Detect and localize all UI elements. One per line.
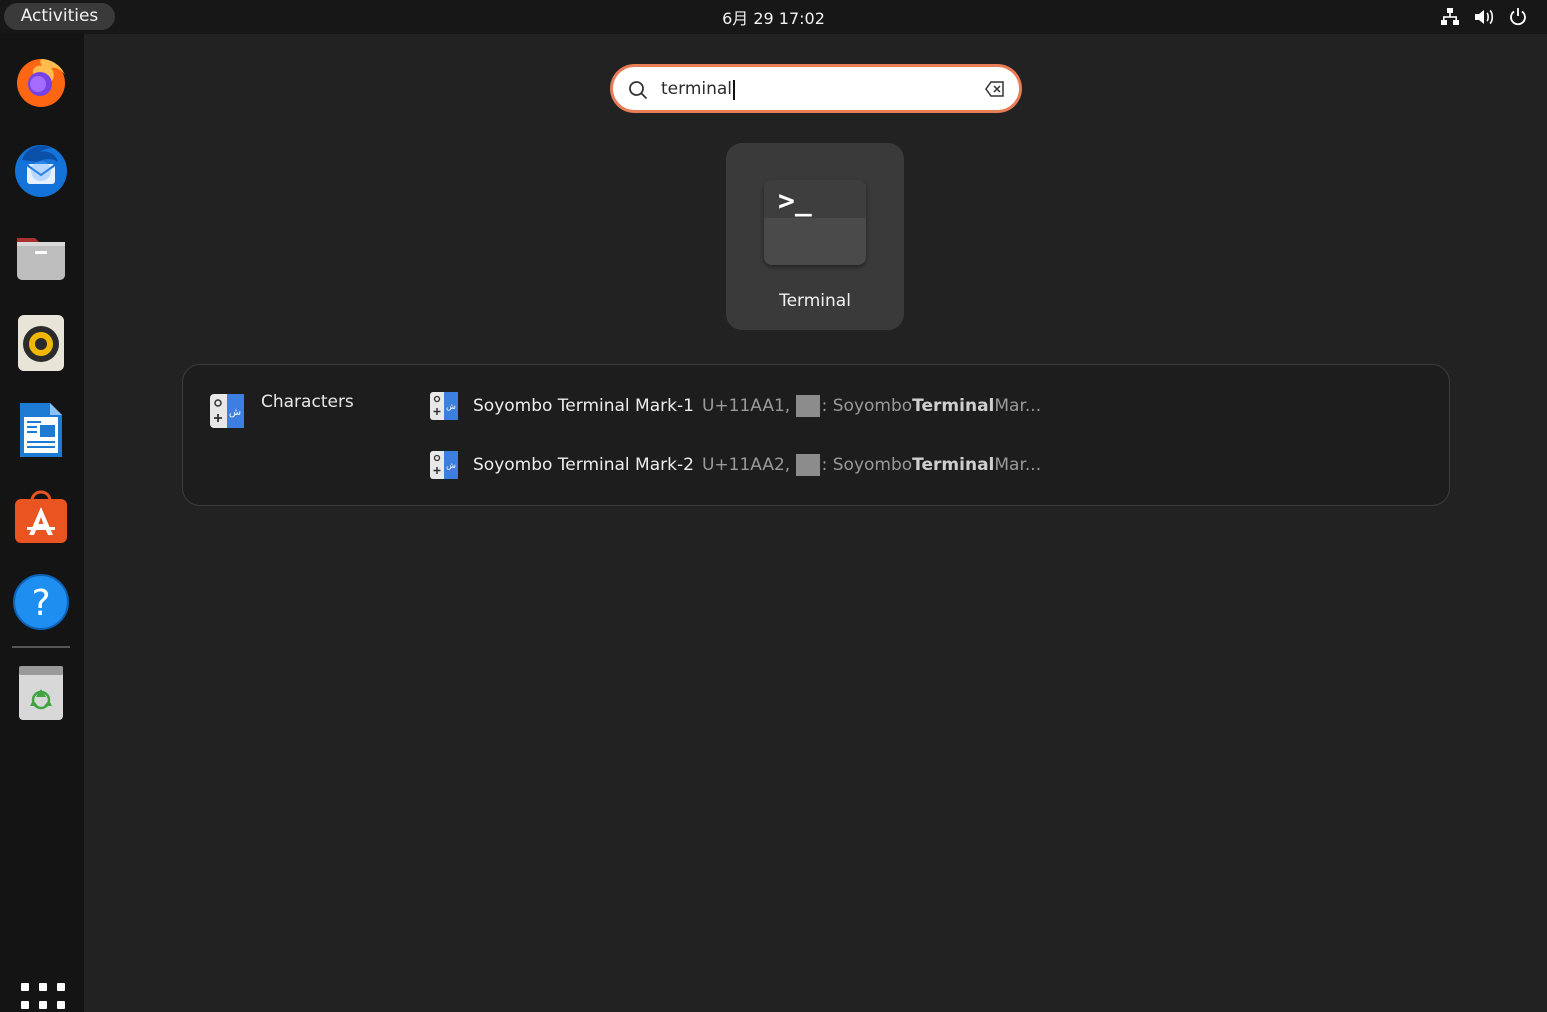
description-suffix: Mar... [994, 396, 1042, 416]
description-match: Terminal [912, 455, 995, 475]
clock: 6月 29 17:02 [0, 0, 1547, 34]
result-name: Soyombo Terminal Mark-2 [473, 455, 694, 475]
libreoffice-writer-icon[interactable] [10, 399, 72, 461]
activities-button[interactable]: Activities [4, 3, 115, 30]
characters-app-icon[interactable]: ش [209, 393, 245, 429]
search-bar[interactable] [611, 65, 1021, 112]
trash-icon[interactable] [10, 661, 72, 723]
network-icon[interactable] [1439, 6, 1461, 28]
top-bar: Activities 6月 29 17:02 [0, 0, 1547, 34]
volume-icon[interactable] [1473, 6, 1495, 28]
result-description: U+11AA2, : Soyombo Terminal Mar... [702, 454, 1041, 476]
unicode-code: U+11AA1, [701, 396, 791, 416]
provider-name: Characters [261, 392, 354, 412]
app-result-label: Terminal [779, 291, 851, 311]
system-tray[interactable] [1439, 6, 1529, 28]
search-input[interactable] [661, 75, 961, 103]
dock-separator [12, 646, 70, 648]
result-name: Soyombo Terminal Mark-1 [473, 396, 694, 416]
description-prefix: : Soyombo [821, 396, 913, 416]
help-icon[interactable]: ? [10, 571, 72, 633]
character-glyph [795, 454, 820, 476]
files-icon[interactable] [10, 225, 72, 287]
character-glyph [795, 395, 820, 417]
terminal-icon: >_ [764, 180, 866, 265]
power-icon[interactable] [1507, 6, 1529, 28]
svg-text:ش: ش [229, 407, 241, 418]
svg-text:ش: ش [446, 461, 456, 470]
result-description: U+11AA1, : Soyombo Terminal Mar... [702, 395, 1041, 417]
clear-search-icon[interactable] [985, 81, 1005, 97]
list-item[interactable]: ش Soyombo Terminal Mark-2 U+11AA2, : Soy… [429, 447, 1041, 483]
svg-text:ش: ش [446, 402, 456, 411]
characters-result-icon: ش [430, 392, 458, 420]
dock: ? [0, 34, 84, 1012]
search-icon [629, 81, 648, 100]
characters-result-icon: ش [430, 451, 458, 479]
list-item[interactable]: ش Soyombo Terminal Mark-1 U+11AA1, : Soy… [429, 388, 1041, 424]
unicode-code: U+11AA2, [701, 455, 791, 475]
thunderbird-icon[interactable] [10, 138, 72, 200]
search-provider-characters: ش Characters ش Soyombo Terminal Mark-1 U… [182, 364, 1450, 506]
app-grid-icon[interactable] [18, 980, 65, 1012]
clock-label[interactable]: 6月 29 17:02 [722, 9, 825, 28]
text-caret [733, 80, 735, 100]
svg-text:?: ? [31, 583, 50, 624]
firefox-icon[interactable] [10, 50, 72, 112]
ubuntu-software-icon[interactable] [10, 485, 72, 547]
description-suffix: Mar... [994, 455, 1042, 475]
description-prefix: : Soyombo [821, 455, 913, 475]
rhythmbox-icon[interactable] [10, 312, 72, 374]
description-match: Terminal [912, 396, 995, 416]
app-result-terminal[interactable]: >_ Terminal [726, 143, 904, 330]
